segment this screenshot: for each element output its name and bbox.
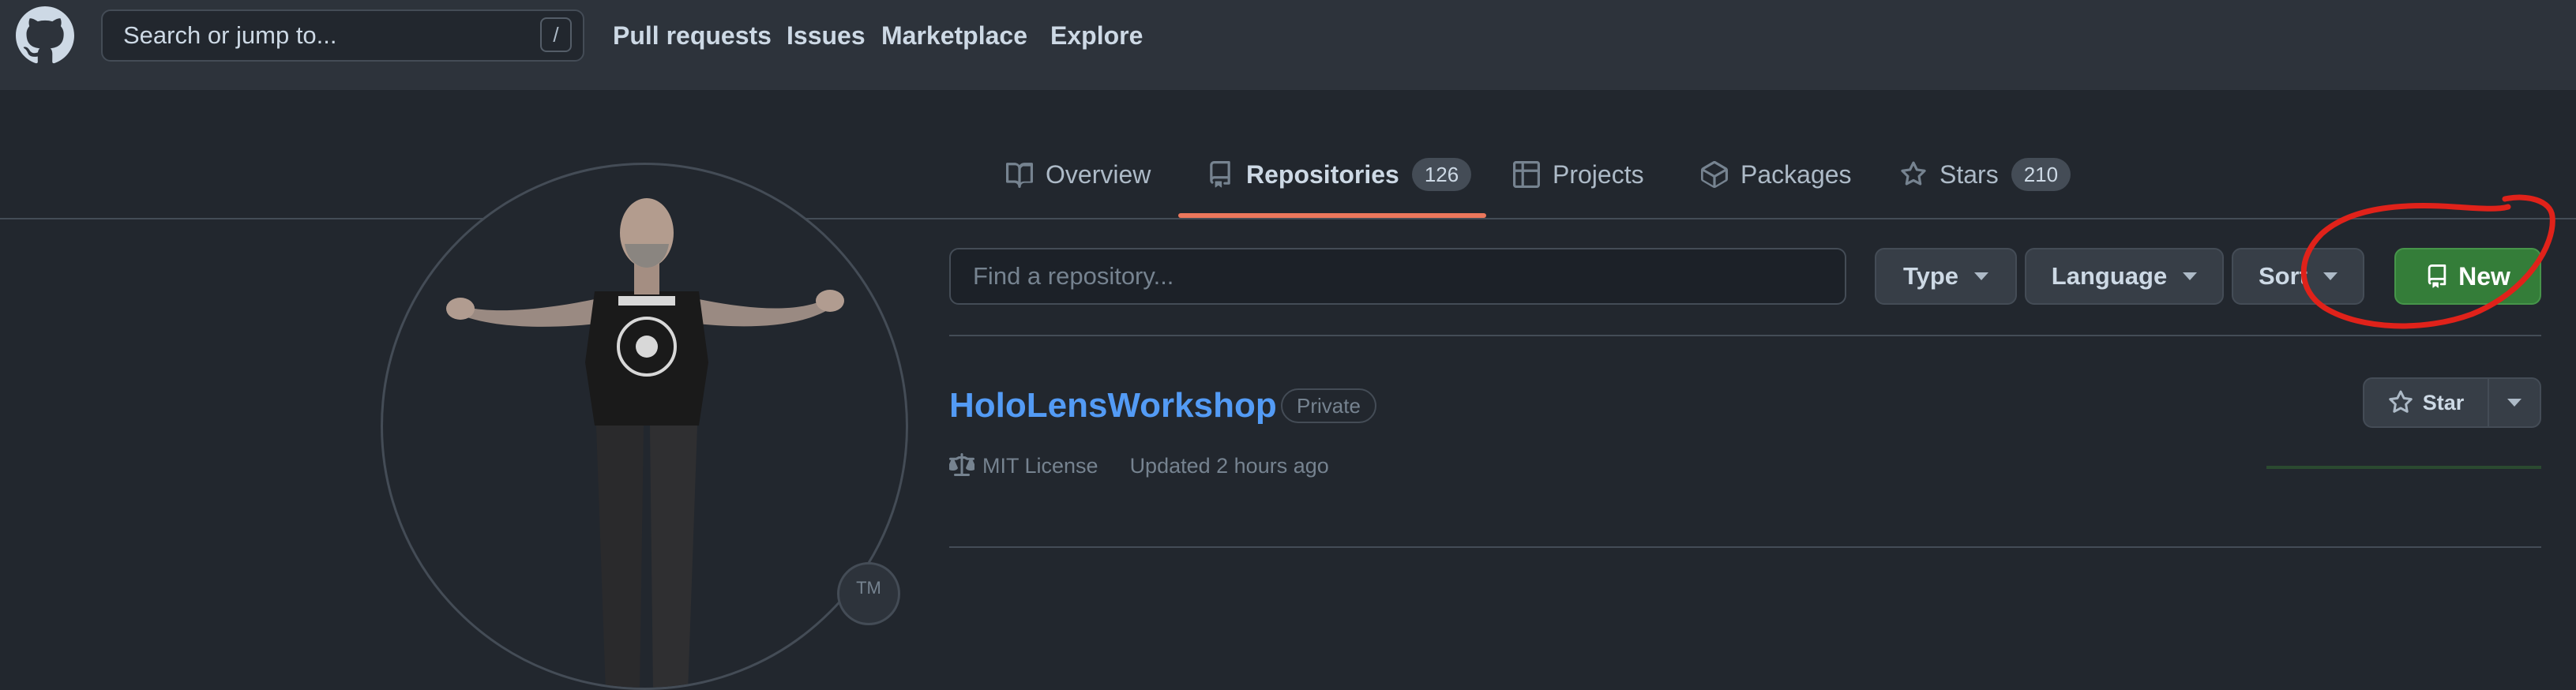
tab-stars[interactable]: Stars 210 (1900, 155, 2071, 194)
activity-sparkline (2266, 466, 2541, 469)
tab-label: Overview (1046, 159, 1151, 189)
language-filter-label: Language (2051, 262, 2168, 290)
nav-marketplace[interactable]: Marketplace (881, 17, 1027, 54)
star-icon (1901, 161, 1926, 186)
caret-down-icon (2507, 399, 2522, 407)
tab-projects[interactable]: Projects (1513, 155, 1644, 194)
avatar-person-image (446, 198, 844, 688)
tab-packages[interactable]: Packages (1701, 155, 1852, 194)
star-button[interactable]: Star (2364, 379, 2489, 426)
caret-down-icon (1974, 272, 1989, 280)
caret-down-icon (2323, 272, 2338, 280)
repo-icon (1210, 161, 1230, 188)
law-icon (949, 453, 974, 476)
search-placeholder: Search or jump to... (123, 21, 337, 49)
repositories-count: 126 (1411, 158, 1472, 191)
tab-label: Repositories (1246, 159, 1399, 189)
star-list-dropdown[interactable] (2489, 379, 2540, 426)
language-filter-button[interactable]: Language (2025, 248, 2224, 305)
nav-explore[interactable]: Explore (1050, 17, 1143, 54)
repository-meta: MIT License Updated 2 hours ago (949, 453, 1329, 478)
visibility-badge: Private (1281, 388, 1376, 423)
tab-label: Stars (1940, 159, 1999, 189)
updated-timestamp: Updated 2 hours ago (1129, 453, 1329, 478)
search-shortcut-key: / (540, 17, 572, 52)
book-icon (1006, 163, 1033, 188)
table-icon (1513, 161, 1540, 188)
star-button-label: Star (2422, 390, 2465, 414)
license-info: MIT License (949, 453, 1098, 478)
type-filter-label: Type (1902, 262, 1959, 290)
find-repository-input[interactable] (949, 248, 1846, 305)
tab-divider (0, 218, 2576, 219)
star-icon (2388, 390, 2413, 413)
github-logo-icon[interactable] (16, 6, 74, 65)
star-button-group: Star (2363, 377, 2541, 428)
repo-icon (2428, 264, 2446, 288)
sort-filter-label: Sort (2259, 262, 2308, 290)
repository-name-link[interactable]: HoloLensWorkshop (949, 385, 1277, 426)
package-icon (1701, 161, 1728, 188)
tab-overview[interactable]: Overview (1006, 155, 1151, 194)
type-filter-button[interactable]: Type (1875, 248, 2017, 305)
nav-pull-requests[interactable]: Pull requests (613, 17, 772, 54)
new-repository-button[interactable]: New (2394, 248, 2541, 305)
nav-issues[interactable]: Issues (787, 17, 866, 54)
tab-label: Projects (1553, 159, 1644, 189)
tab-label: Packages (1740, 159, 1852, 189)
list-divider (949, 546, 2541, 548)
list-divider (949, 335, 2541, 336)
caret-down-icon (2183, 272, 2198, 280)
tab-repositories[interactable]: Repositories 126 (1207, 155, 1472, 194)
status-badge[interactable]: TM (837, 562, 900, 625)
stars-count: 210 (2011, 158, 2071, 191)
avatar[interactable] (381, 163, 908, 690)
sort-filter-button[interactable]: Sort (2232, 248, 2364, 305)
license-label: MIT License (982, 453, 1098, 478)
new-button-label: New (2458, 261, 2510, 291)
